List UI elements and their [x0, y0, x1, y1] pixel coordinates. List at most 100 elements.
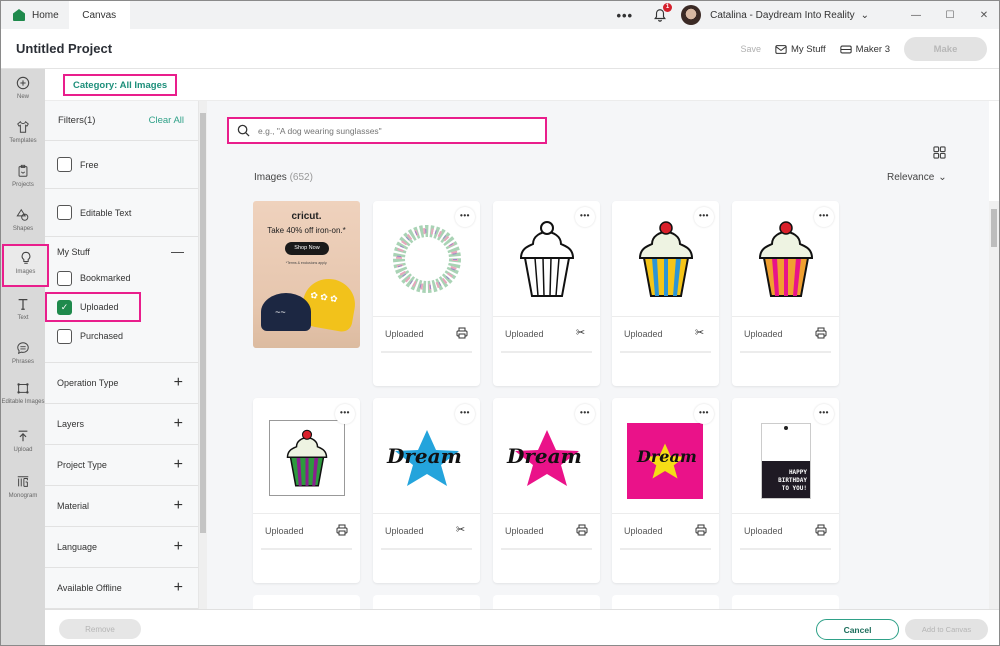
left-rail: New Templates Projects Shapes Images Tex…	[1, 69, 49, 645]
rail-item-templates[interactable]: Templates	[1, 120, 45, 146]
close-button[interactable]: ✕	[967, 10, 999, 21]
search-box[interactable]	[227, 117, 547, 144]
accordion-label: Material	[57, 501, 90, 511]
mail-icon	[775, 44, 787, 54]
shop-now-button[interactable]: Shop Now	[285, 242, 329, 255]
more-options-button[interactable]: •••	[455, 207, 475, 227]
image-card[interactable]: ••• Uploaded ✂	[493, 201, 600, 386]
card-divider	[620, 548, 711, 550]
more-options-button[interactable]: •••	[814, 207, 834, 227]
image-card-partial[interactable]	[732, 595, 839, 609]
more-options-button[interactable]: •••	[694, 404, 714, 424]
plus-icon[interactable]: +	[174, 456, 183, 474]
scrollbar-thumb[interactable]	[200, 113, 206, 533]
more-options-button[interactable]: •••	[455, 404, 475, 424]
more-options-button[interactable]: •••	[575, 207, 595, 227]
my-stuff-button[interactable]: My Stuff	[775, 44, 826, 55]
card-divider	[740, 548, 831, 550]
notifications-button[interactable]: 1	[653, 3, 673, 22]
image-card[interactable]: ••• Uploaded	[373, 201, 480, 386]
image-card[interactable]: ••• Uploaded	[253, 398, 360, 583]
category-selector[interactable]: Category: All Images	[63, 74, 178, 96]
checkbox[interactable]	[57, 157, 72, 172]
filter-uploaded[interactable]: ✓ Uploaded	[45, 292, 141, 322]
accordion-available-offline[interactable]: Available Offline +	[45, 568, 198, 609]
image-card-partial[interactable]	[373, 595, 480, 609]
rail-item-projects[interactable]: Projects	[1, 164, 45, 190]
image-card[interactable]: ••• Uploaded	[732, 201, 839, 386]
accordion-project-type[interactable]: Project Type +	[45, 445, 198, 486]
avatar[interactable]	[681, 5, 702, 25]
rail-item-phrases[interactable]: Phrases	[1, 341, 45, 367]
accordion-layers[interactable]: Layers +	[45, 404, 198, 445]
more-options-button[interactable]: •••	[335, 404, 355, 424]
minimize-button[interactable]: —	[899, 10, 933, 21]
card-divider	[501, 548, 592, 550]
grid-view-icon[interactable]	[933, 146, 946, 159]
cancel-button[interactable]: Cancel	[816, 619, 899, 640]
chevron-down-icon[interactable]: ⌄	[861, 10, 869, 21]
more-options-button[interactable]: •••	[616, 8, 633, 23]
rail-item-editable-images[interactable]: Editable Images	[1, 381, 45, 407]
add-to-canvas-button[interactable]: Add to Canvas	[905, 619, 988, 640]
results-scrollbar[interactable]	[989, 201, 999, 609]
tab-canvas[interactable]: Canvas	[68, 1, 130, 29]
plus-icon[interactable]: +	[174, 538, 183, 556]
collapse-icon[interactable]: —	[171, 245, 184, 258]
rail-item-monogram[interactable]: Monogram	[1, 475, 45, 501]
filter-editable-text[interactable]: Editable Text	[45, 189, 198, 237]
dream-text: Dream	[507, 444, 582, 468]
accordion-language[interactable]: Language +	[45, 527, 198, 568]
image-card[interactable]: ••• Uploaded ✂	[612, 201, 719, 386]
more-options-button[interactable]: •••	[575, 404, 595, 424]
image-card-partial[interactable]	[612, 595, 719, 609]
promo-ad[interactable]: cricut. Take 40% off iron-on.* Shop Now …	[253, 201, 360, 348]
plus-icon[interactable]: +	[174, 497, 183, 515]
filter-label: Bookmarked	[80, 273, 131, 283]
rail-item-upload[interactable]: Upload	[1, 429, 45, 455]
checkbox[interactable]	[57, 270, 72, 286]
clear-all-link[interactable]: Clear All	[149, 115, 184, 126]
image-card[interactable]: Dream ••• Uploaded	[493, 398, 600, 583]
user-name[interactable]: Catalina - Daydream Into Reality	[710, 10, 855, 21]
search-input[interactable]	[258, 125, 538, 136]
rail-label: Text	[17, 315, 29, 321]
make-button[interactable]: Make	[904, 37, 987, 61]
more-options-button[interactable]: •••	[694, 207, 714, 227]
footer-bar: Remove Cancel Add to Canvas	[45, 609, 999, 645]
remove-button[interactable]: Remove	[59, 619, 141, 639]
image-card-partial[interactable]	[493, 595, 600, 609]
checkbox[interactable]	[57, 205, 72, 220]
checkbox[interactable]	[57, 328, 72, 344]
project-title[interactable]: Untitled Project	[16, 41, 112, 56]
more-options-button[interactable]: •••	[814, 404, 834, 424]
maximize-button[interactable]: ☐	[933, 10, 967, 21]
plus-icon[interactable]: +	[174, 374, 183, 392]
rail-label: Monogram	[8, 493, 38, 499]
plus-icon[interactable]: +	[174, 415, 183, 433]
rail-item-images[interactable]: Images	[2, 244, 49, 287]
printer-icon	[695, 524, 707, 536]
save-button[interactable]: Save	[740, 44, 761, 54]
checkbox-checked[interactable]: ✓	[57, 299, 72, 315]
scissors-icon: ✂	[456, 524, 466, 536]
image-card[interactable]: HAPPY BIRTHDAY TO YOU! ••• Uploaded	[732, 398, 839, 583]
image-card[interactable]: Dream ••• Uploaded	[612, 398, 719, 583]
plus-icon[interactable]: +	[174, 579, 183, 597]
filter-bookmarked[interactable]: Bookmarked	[57, 264, 198, 292]
accordion-operation-type[interactable]: Operation Type +	[45, 363, 198, 404]
filter-free[interactable]: Free	[45, 141, 198, 189]
filters-scrollbar[interactable]	[199, 101, 207, 609]
rail-label: Templates	[9, 138, 37, 144]
rail-item-new[interactable]: New	[1, 76, 45, 102]
scrollbar-thumb[interactable]	[991, 209, 997, 247]
machine-button[interactable]: Maker 3	[840, 44, 890, 55]
accordion-material[interactable]: Material +	[45, 486, 198, 527]
sort-dropdown[interactable]: Relevance ⌄	[887, 172, 947, 183]
image-card[interactable]: Dream ••• Uploaded ✂	[373, 398, 480, 583]
rail-item-text[interactable]: Text	[1, 297, 45, 323]
tab-home[interactable]: Home	[1, 1, 71, 29]
image-card-partial[interactable]	[253, 595, 360, 609]
filter-purchased[interactable]: Purchased	[57, 322, 198, 350]
rail-item-shapes[interactable]: Shapes	[1, 208, 45, 234]
